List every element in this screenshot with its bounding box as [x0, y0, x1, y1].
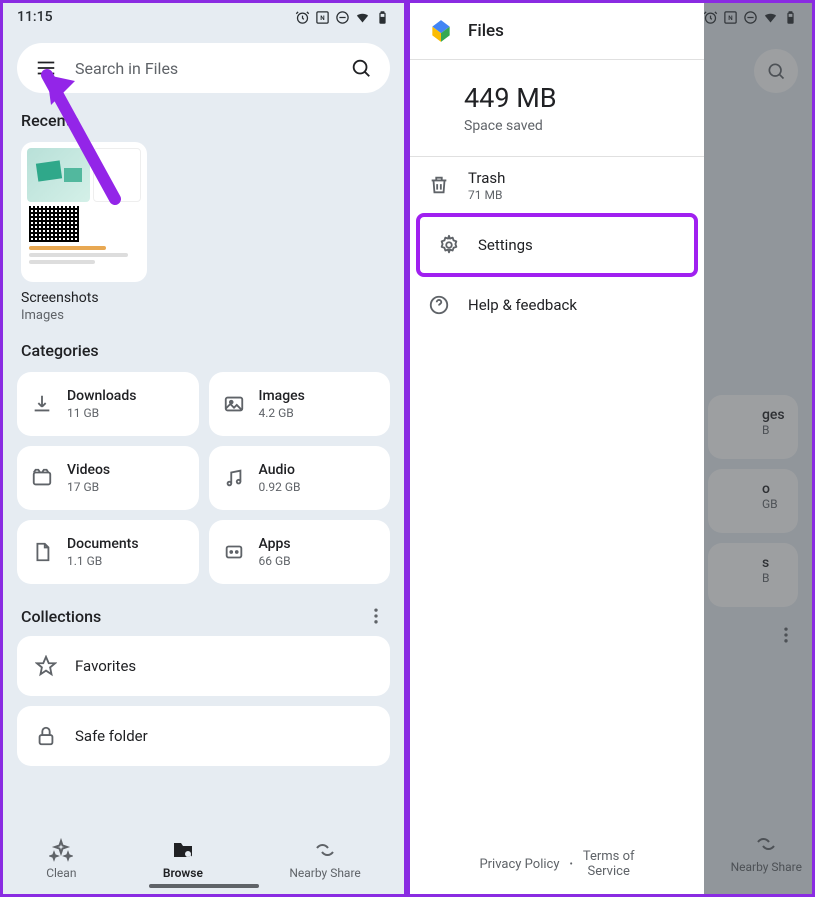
- drawer-help[interactable]: Help & feedback: [410, 277, 704, 333]
- nav-browse[interactable]: Browse: [163, 838, 203, 880]
- category-documents[interactable]: Documents1.1 GB: [17, 520, 199, 584]
- video-icon: [31, 467, 53, 489]
- more-icon[interactable]: [366, 606, 386, 626]
- status-icons: N: [295, 10, 390, 25]
- sparkle-icon: [49, 838, 73, 862]
- browse-icon: [171, 838, 195, 862]
- collection-safe-folder[interactable]: Safe folder: [17, 706, 390, 766]
- dnd-icon: [335, 10, 350, 25]
- category-downloads[interactable]: Downloads11 GB: [17, 372, 199, 436]
- gesture-handle[interactable]: [149, 884, 259, 888]
- svg-text:N: N: [320, 14, 325, 22]
- star-icon: [35, 655, 57, 677]
- search-icon[interactable]: [350, 57, 372, 79]
- recent-thumbnail[interactable]: [21, 142, 147, 282]
- menu-icon[interactable]: [35, 57, 57, 79]
- recent-item-type: Images: [21, 308, 386, 323]
- lock-icon: [35, 725, 57, 747]
- search-placeholder: Search in Files: [75, 59, 332, 78]
- recents-title: Recents: [21, 111, 386, 130]
- battery-icon: [375, 10, 390, 25]
- category-audio[interactable]: Audio0.92 GB: [209, 446, 391, 510]
- help-icon: [428, 294, 450, 316]
- category-images[interactable]: Images4.2 GB: [209, 372, 391, 436]
- drawer-footer: Privacy Policy • Terms of Service: [410, 849, 704, 880]
- categories-title: Categories: [21, 341, 386, 360]
- drawer-settings[interactable]: Settings: [420, 217, 694, 273]
- nav-nearby-share[interactable]: Nearby Share: [289, 838, 360, 880]
- privacy-link[interactable]: Privacy Policy: [479, 857, 559, 872]
- search-bar[interactable]: Search in Files: [17, 43, 390, 93]
- collection-favorites[interactable]: Favorites: [17, 636, 390, 696]
- trash-icon: [428, 174, 450, 196]
- document-icon: [31, 541, 53, 563]
- gear-icon: [438, 234, 460, 256]
- alarm-icon: [295, 10, 310, 25]
- collections-title: Collections: [21, 607, 101, 626]
- recent-item-name: Screenshots: [21, 290, 386, 306]
- drawer-app-title: Files: [468, 21, 504, 41]
- wifi-icon: [355, 10, 370, 25]
- audio-icon: [223, 467, 245, 489]
- image-icon: [223, 393, 245, 415]
- bottom-nav: Clean Browse Nearby Share: [3, 820, 404, 894]
- space-saved-value: 449 MB: [464, 82, 704, 114]
- apps-icon: [223, 541, 245, 563]
- files-logo-icon: [428, 18, 454, 44]
- space-saved-block: 449 MB Space saved: [410, 60, 704, 156]
- drawer-trash[interactable]: Trash 71 MB: [410, 157, 704, 213]
- status-time: 11:15: [17, 9, 53, 25]
- phone-left: 11:15 N Search in Files Recents Screensh…: [0, 0, 407, 897]
- nav-clean[interactable]: Clean: [46, 838, 76, 880]
- navigation-drawer: Files 449 MB Space saved Trash 71 MB Set…: [410, 3, 704, 894]
- category-videos[interactable]: Videos17 GB: [17, 446, 199, 510]
- nfc-icon: N: [315, 10, 330, 25]
- drawer-header: Files: [410, 3, 704, 59]
- terms-link[interactable]: Terms of Service: [583, 849, 635, 880]
- status-bar: 11:15 N: [3, 3, 404, 31]
- category-apps[interactable]: Apps66 GB: [209, 520, 391, 584]
- nearby-icon: [313, 838, 337, 862]
- phone-right: 11:15 N ges B o GB s B Nearby S: [407, 0, 815, 897]
- settings-highlight: Settings: [416, 213, 698, 277]
- download-icon: [31, 393, 53, 415]
- space-saved-label: Space saved: [464, 118, 704, 134]
